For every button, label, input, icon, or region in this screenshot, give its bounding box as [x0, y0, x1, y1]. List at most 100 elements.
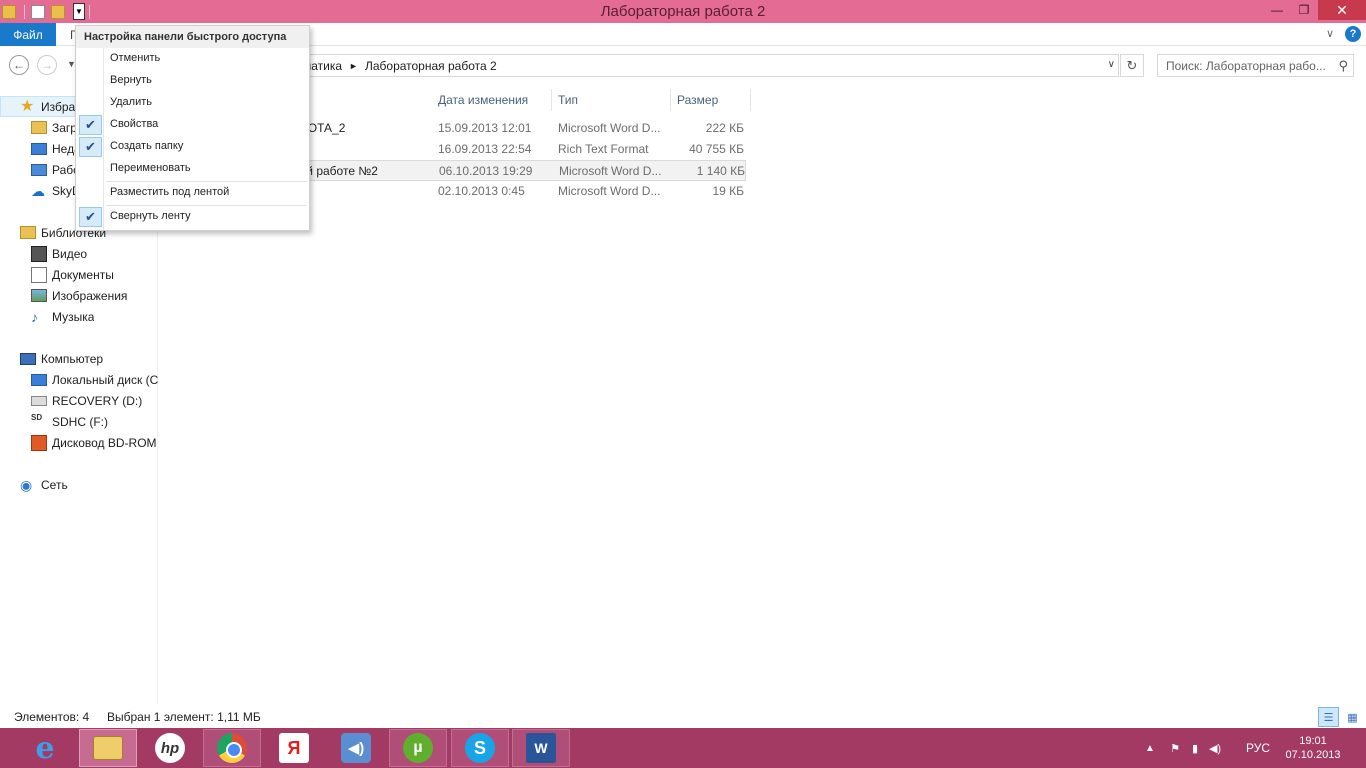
nav-item-label: Документы — [52, 267, 114, 282]
skype-icon: S — [465, 733, 495, 763]
refresh-button[interactable]: ↻ — [1120, 54, 1144, 77]
network-icon: ◉ — [20, 476, 33, 493]
nav-item-label: Видео — [52, 246, 88, 261]
music-icon: ♪ — [31, 308, 38, 325]
clock-time: 19:01 — [1299, 735, 1327, 747]
search-placeholder: Поиск: Лабораторная рабо... — [1166, 58, 1326, 73]
menu-item-rename[interactable]: Переименовать — [78, 158, 307, 180]
action-center-icon[interactable]: ⚑ — [1168, 741, 1182, 755]
nav-computer[interactable]: Компьютер — [20, 348, 103, 369]
libraries-icon — [20, 226, 36, 239]
disk-drive-icon — [31, 395, 47, 406]
file-date: 02.10.2013 0:45 — [438, 184, 525, 198]
title-bar: ▼ Лабораторная работа 2 — ❐ ✕ — [0, 0, 1366, 23]
file-type: Microsoft Word D... — [558, 184, 661, 198]
nav-bd-rom[interactable]: Дисковод BD-ROM — [31, 432, 157, 453]
nav-drive-c[interactable]: Локальный диск (C — [31, 369, 158, 390]
nav-music[interactable]: ♪ Музыка — [31, 306, 94, 327]
breadcrumb-segment[interactable]: Лабораторная работа 2 — [365, 59, 497, 73]
column-header-label: Тип — [558, 93, 579, 107]
taskbar-chrome[interactable] — [203, 729, 261, 767]
expand-ribbon-icon[interactable]: ∨ — [1326, 27, 1334, 40]
nav-drive-f[interactable]: SD SDHC (F:) — [31, 411, 108, 432]
search-input[interactable]: Поиск: Лабораторная рабо... ⚲ — [1157, 54, 1354, 77]
close-button[interactable]: ✕ — [1318, 0, 1366, 20]
menu-item-label: Вернуть — [110, 74, 152, 86]
file-name: АБОТА_2 — [292, 121, 346, 135]
utorrent-icon: µ — [403, 733, 433, 763]
pictures-icon — [31, 289, 47, 302]
file-tab[interactable]: Файл — [0, 23, 56, 46]
back-button[interactable]: ← — [9, 55, 29, 75]
menu-item-label: Переименовать — [110, 162, 191, 174]
qat-customize-menu: Настройка панели быстрого доступа Отмени… — [75, 25, 310, 231]
maximize-button[interactable]: ❐ — [1290, 0, 1318, 20]
computer-icon — [20, 352, 36, 365]
menu-item-properties[interactable]: ✔ Свойства — [78, 114, 307, 136]
item-count: Элементов: 4 — [14, 710, 90, 724]
nav-computer-label: Компьютер — [41, 351, 104, 366]
menu-item-redo[interactable]: Вернуть — [78, 70, 307, 92]
file-date: 16.09.2013 22:54 — [438, 142, 532, 156]
language-indicator[interactable]: РУС — [1246, 728, 1270, 768]
taskbar-hp[interactable]: hp — [141, 729, 199, 767]
status-bar: Элементов: 4 Выбран 1 элемент: 1,11 МБ ☰… — [0, 706, 1366, 728]
minimize-button[interactable]: — — [1264, 0, 1290, 20]
nav-network[interactable]: ◉ Сеть — [20, 474, 68, 495]
taskbar-sound[interactable]: ◀) — [327, 729, 385, 767]
tray-icons: ⚑ ▮ ◀) — [1168, 728, 1222, 768]
nav-downloads[interactable]: Загр — [31, 117, 77, 138]
nav-skydrive[interactable]: ☁ SkyD — [31, 180, 81, 201]
speaker-icon: ◀) — [341, 733, 371, 763]
menu-item-new-folder[interactable]: ✔ Создать папку — [78, 136, 307, 158]
volume-icon[interactable]: ◀) — [1208, 741, 1222, 755]
window-title: Лабораторная работа 2 — [600, 3, 766, 20]
breadcrumb-separator-icon[interactable]: ► — [349, 61, 358, 71]
hp-icon: hp — [155, 733, 185, 763]
nav-item-label: Загр — [52, 120, 77, 135]
large-icons-view-icon[interactable]: ▦ — [1342, 707, 1363, 727]
internet-explorer-icon: e — [35, 730, 55, 766]
column-header-label: Размер — [677, 93, 719, 107]
sd-card-icon: SD — [31, 412, 43, 422]
clock[interactable]: 19:01 07.10.2013 — [1284, 734, 1342, 762]
details-view-icon[interactable]: ☰ — [1318, 707, 1339, 727]
menu-item-label: Создать папку — [110, 140, 184, 152]
column-header-date[interactable]: Дата изменения — [432, 89, 552, 111]
address-bar[interactable]: матика ► Лабораторная работа 2 ∨ — [296, 54, 1119, 77]
cloud-icon: ☁ — [31, 182, 45, 199]
taskbar-internet-explorer[interactable]: e — [16, 729, 74, 767]
nav-favorites[interactable]: ★ Избра — [20, 96, 75, 117]
nav-video[interactable]: Видео — [31, 243, 87, 264]
menu-item-undo[interactable]: Отменить — [78, 48, 307, 70]
help-icon[interactable]: ? — [1345, 26, 1361, 42]
nav-recent[interactable]: Неда — [31, 138, 81, 159]
column-header-type[interactable]: Тип — [552, 89, 671, 111]
nav-drive-d[interactable]: RECOVERY (D:) — [31, 390, 142, 411]
taskbar-explorer[interactable] — [79, 729, 137, 767]
menu-item-delete[interactable]: Удалить — [78, 92, 307, 114]
nav-pictures[interactable]: Изображения — [31, 285, 127, 306]
column-header-size[interactable]: Размер — [671, 89, 751, 111]
chrome-icon — [217, 733, 247, 763]
video-icon — [31, 245, 47, 262]
menu-item-show-below-ribbon[interactable]: Разместить под лентой — [78, 182, 307, 204]
taskbar-skype[interactable]: S — [451, 729, 509, 767]
file-explorer-icon — [93, 736, 123, 760]
address-dropdown-icon[interactable]: ∨ — [1108, 59, 1115, 70]
menu-item-label: Свойства — [110, 118, 159, 130]
nav-documents[interactable]: Документы — [31, 264, 114, 285]
desktop-icon — [31, 163, 47, 176]
file-type: Microsoft Word D... — [558, 121, 661, 135]
nav-desktop[interactable]: Рабо — [31, 159, 80, 180]
network-signal-icon[interactable]: ▮ — [1188, 741, 1202, 755]
taskbar-word[interactable]: W — [512, 729, 570, 767]
search-icon[interactable]: ⚲ — [1338, 58, 1348, 74]
taskbar-yandex[interactable]: Я — [265, 729, 323, 767]
menu-item-minimize-ribbon[interactable]: ✔ Свернуть ленту — [78, 206, 307, 228]
checkmark-icon: ✔ — [79, 137, 102, 157]
forward-button[interactable]: → — [37, 55, 57, 75]
show-hidden-icons-icon[interactable]: ▲ — [1145, 728, 1155, 768]
taskbar-utorrent[interactable]: µ — [389, 729, 447, 767]
nav-network-label: Сеть — [41, 477, 68, 492]
